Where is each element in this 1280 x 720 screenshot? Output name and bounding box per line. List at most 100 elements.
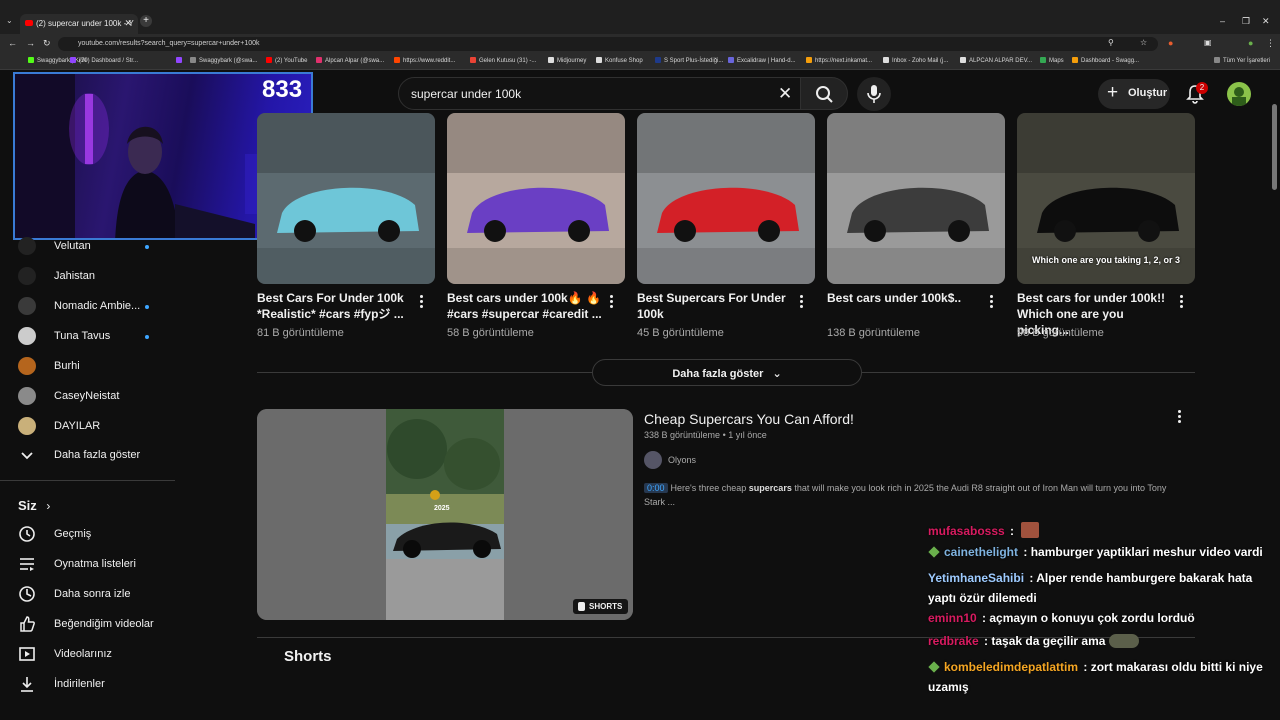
sidebar-subscription[interactable]: DAYILAR bbox=[0, 413, 170, 441]
short-title[interactable]: Best Supercars For Under 100k bbox=[637, 290, 793, 322]
short-more-icon[interactable] bbox=[610, 295, 614, 310]
chat-message: eminn10 : açmayın o konuyu çok zordu lor… bbox=[928, 611, 1195, 625]
bookmark-favicon-icon bbox=[176, 57, 182, 63]
chat-text: açmayın o konuyu çok zordu lorduö bbox=[989, 611, 1195, 625]
zoom-icon[interactable]: ⚲ bbox=[1108, 38, 1114, 47]
all-bookmarks-link[interactable]: Tüm Yer İşaretleri bbox=[1214, 57, 1270, 64]
new-tab-button[interactable]: + bbox=[140, 15, 152, 27]
result-more-icon[interactable] bbox=[1178, 410, 1181, 425]
result-title[interactable]: Cheap Supercars You Can Afford! bbox=[644, 411, 854, 427]
sidebar-item-playlists[interactable]: Oynatma listeleri bbox=[0, 551, 170, 579]
sidebar-item-your-videos[interactable]: Videolarınız bbox=[0, 641, 170, 669]
short-thumbnail[interactable] bbox=[447, 113, 625, 284]
profile-icon[interactable]: ● bbox=[1248, 38, 1253, 48]
short-title[interactable]: Best Cars For Under 100k *Realistic* #ca… bbox=[257, 290, 413, 322]
sidebar-subscription[interactable]: Burhi bbox=[0, 353, 170, 381]
short-thumbnail[interactable] bbox=[637, 113, 815, 284]
bookmark-star-icon[interactable]: ☆ bbox=[1140, 38, 1147, 47]
result-views: 338 B görüntüleme bbox=[644, 430, 721, 440]
bookmark-favicon-icon bbox=[728, 57, 734, 63]
bookmark-item[interactable]: (2) YouTube bbox=[266, 57, 307, 64]
bookmark-item[interactable]: (79) Dashboard / Str... bbox=[70, 57, 138, 64]
forward-icon[interactable]: → bbox=[26, 38, 35, 48]
chat-text: hamburger yaptiklari meshur video vardi bbox=[1030, 545, 1263, 559]
short-thumbnail[interactable] bbox=[827, 113, 1005, 284]
sidebar-item-downloads[interactable]: İndirilenler bbox=[0, 671, 170, 699]
account-avatar[interactable] bbox=[1227, 82, 1251, 106]
sidebar-you-heading[interactable]: Siz › bbox=[18, 498, 50, 513]
bookmark-item[interactable]: Midjourney bbox=[548, 57, 586, 64]
sidebar-item-watch-later[interactable]: Daha sonra izle bbox=[0, 581, 170, 609]
bookmark-item[interactable]: Maps bbox=[1040, 57, 1064, 64]
chat-username: cainethelight bbox=[944, 545, 1019, 559]
bookmark-item[interactable]: S Sport Plus-İstediği... bbox=[655, 57, 723, 64]
tab-search-chevron-icon[interactable]: ⌄ bbox=[6, 16, 13, 25]
bookmark-item[interactable]: Dashboard - Swagg... bbox=[1072, 57, 1139, 64]
sidebar-subscription[interactable]: Jahistan bbox=[0, 263, 170, 291]
bookmark-item[interactable]: Alpcan Alpar (@swa... bbox=[316, 57, 384, 64]
notification-count-badge: 2 bbox=[1196, 82, 1208, 94]
sidebar-subscription[interactable]: Tuna Tavus bbox=[0, 323, 170, 351]
bookmark-favicon-icon bbox=[655, 57, 661, 63]
search-button[interactable] bbox=[800, 77, 848, 110]
bookmark-item[interactable] bbox=[176, 57, 185, 64]
shorts-icon bbox=[578, 602, 585, 611]
sidebar-show-more[interactable]: Daha fazla göster bbox=[0, 442, 170, 470]
restore-icon[interactable]: ❐ bbox=[1242, 16, 1250, 27]
bookmark-item[interactable]: ALPCAN ALPAR DEV... bbox=[960, 57, 1032, 64]
extension-icon[interactable]: ● bbox=[1168, 38, 1173, 48]
back-icon[interactable]: ← bbox=[8, 38, 17, 48]
short-more-icon[interactable] bbox=[420, 295, 424, 310]
sidebar-item-liked[interactable]: Beğendiğim videolar bbox=[0, 611, 170, 639]
sidebar-subscription[interactable]: Nomadic Ambie... bbox=[0, 293, 170, 321]
thumbnail-year-text: 2025 bbox=[434, 505, 450, 512]
reload-icon[interactable]: ↻ bbox=[43, 38, 51, 49]
bookmark-item[interactable]: Inbox - Zoho Mail (j... bbox=[883, 57, 948, 64]
short-more-icon[interactable] bbox=[990, 295, 994, 310]
sidebar-subscription[interactable]: Velutan bbox=[0, 233, 170, 261]
show-more-divider-right bbox=[862, 372, 1195, 373]
window-close-icon[interactable]: ✕ bbox=[1262, 16, 1270, 27]
address-bar[interactable]: youtube.com/results?search_query=superca… bbox=[58, 37, 1158, 51]
short-title[interactable]: Best cars under 100k🔥 🔥 #cars #supercar … bbox=[447, 290, 603, 322]
show-more-button[interactable]: Daha fazla göster ⌄ bbox=[592, 359, 862, 386]
short-more-icon[interactable] bbox=[1180, 295, 1184, 310]
bookmark-item[interactable]: Konfuse Shop bbox=[596, 57, 643, 64]
bookmark-item[interactable]: https://www.reddit... bbox=[394, 57, 455, 64]
short-views: 81 B görüntüleme bbox=[257, 327, 344, 339]
short-thumbnail[interactable] bbox=[257, 113, 435, 284]
clear-search-icon[interactable]: ✕ bbox=[778, 84, 792, 104]
bookmark-favicon-icon bbox=[316, 57, 322, 63]
bookmark-item[interactable]: Gelen Kutusu (31) -... bbox=[470, 57, 536, 64]
tab-close-icon[interactable]: ✕ bbox=[124, 18, 132, 29]
browser-tab[interactable]: (2) supercar under 100k - Y ✕ bbox=[20, 14, 138, 34]
voice-search-button[interactable] bbox=[857, 77, 891, 111]
bookmark-item[interactable]: https://next.inkamat... bbox=[806, 57, 872, 64]
create-button[interactable]: + Oluştur bbox=[1098, 79, 1170, 109]
chat-message: mufasabosss : bbox=[928, 522, 1040, 538]
short-views: 58 B görüntüleme bbox=[447, 327, 534, 339]
channel-name[interactable]: Olyons bbox=[668, 455, 696, 465]
short-thumbnail[interactable]: Which one are you taking 1, 2, or 3 bbox=[1017, 113, 1195, 284]
extensions-puzzle-icon[interactable]: ▣ bbox=[1204, 38, 1212, 47]
short-more-icon[interactable] bbox=[800, 295, 804, 310]
browser-menu-icon[interactable]: ⋮ bbox=[1266, 38, 1275, 49]
timestamp-chip[interactable]: 0:00 bbox=[644, 483, 668, 493]
minimize-icon[interactable]: – bbox=[1220, 16, 1225, 26]
channel-avatar[interactable] bbox=[644, 451, 662, 469]
search-query: supercar under 100k bbox=[411, 87, 522, 101]
bookmark-favicon-icon bbox=[28, 57, 34, 63]
short-title[interactable]: Best cars under 100k$.. bbox=[827, 290, 983, 306]
chat-badge-icon bbox=[928, 546, 940, 558]
bookmark-item[interactable]: Swaggybark (@swa... bbox=[190, 57, 257, 64]
result-thumbnail[interactable]: 2025 bbox=[257, 409, 633, 620]
page-scrollbar[interactable] bbox=[1272, 104, 1277, 190]
chat-username: YetimhaneSahibi bbox=[928, 571, 1025, 585]
bookmark-item[interactable]: Excalidraw | Hand-d... bbox=[728, 57, 796, 64]
sidebar-item-history[interactable]: Geçmiş bbox=[0, 521, 170, 549]
chat-username: redbrake bbox=[928, 634, 979, 648]
search-input[interactable]: supercar under 100k bbox=[398, 77, 808, 110]
sidebar-divider bbox=[0, 480, 175, 481]
new-content-dot bbox=[145, 335, 149, 339]
sidebar-subscription[interactable]: CaseyNeistat bbox=[0, 383, 170, 411]
